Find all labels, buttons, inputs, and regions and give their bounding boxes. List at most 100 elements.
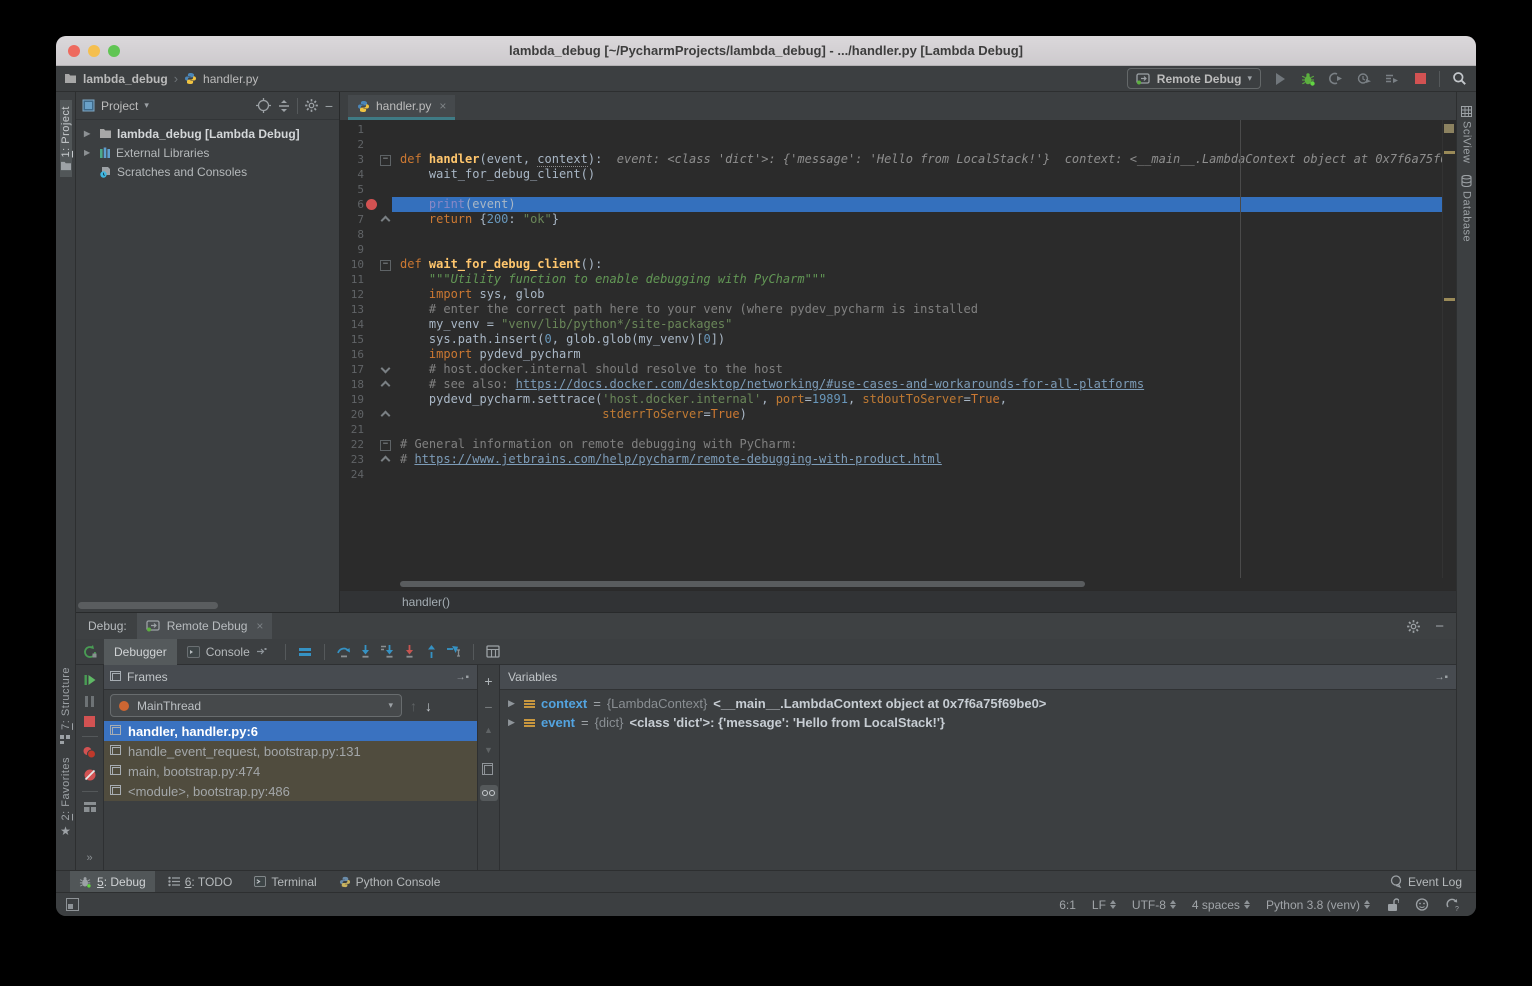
fold-marker[interactable] <box>379 407 391 422</box>
show-execution-point-button[interactable] <box>294 642 316 662</box>
mute-breakpoints-button[interactable] <box>83 768 97 782</box>
project-horizontal-scrollbar[interactable] <box>78 602 218 609</box>
fold-marker[interactable] <box>379 152 391 167</box>
gutter[interactable]: 6 <box>340 197 392 212</box>
add-watch-button[interactable]: + <box>484 673 492 689</box>
code-area[interactable]: 123def handler(event, context): event: <… <box>340 120 1456 578</box>
toolwindow-python-console-tab[interactable]: Python Console <box>330 871 450 893</box>
restore-layout-button[interactable] <box>83 801 97 813</box>
toolwindow-debug-tab[interactable]: 5: Debug <box>70 871 155 893</box>
run-button[interactable] <box>1271 70 1289 88</box>
code-line[interactable]: 8 <box>340 227 1456 242</box>
code-line[interactable]: 14 my_venv = "venv/lib/python*/site-pack… <box>340 317 1456 332</box>
stop-button[interactable] <box>84 716 95 727</box>
breadcrumb-file[interactable]: handler.py <box>203 72 258 86</box>
step-over-button[interactable] <box>333 642 355 662</box>
code-line[interactable]: 24 <box>340 467 1456 482</box>
locate-file-icon[interactable] <box>256 98 271 113</box>
run-to-cursor-button[interactable] <box>443 642 465 662</box>
expand-icon[interactable]: ▶ <box>508 717 518 728</box>
float-panel-icon[interactable]: →▪ <box>455 672 469 683</box>
profile-button[interactable] <box>1327 70 1345 88</box>
tab-console[interactable]: Console <box>177 639 277 665</box>
stack-frame[interactable]: main, bootstrap.py:474 <box>104 761 477 781</box>
code-line[interactable]: 2 <box>340 137 1456 152</box>
step-into-my-code-button[interactable] <box>377 642 399 662</box>
stripe-mark[interactable] <box>1444 151 1455 154</box>
code-line[interactable]: 3def handler(event, context): event: <cl… <box>340 152 1456 167</box>
force-step-into-button[interactable] <box>399 642 421 662</box>
toolwindow-switcher-icon[interactable] <box>66 898 79 911</box>
scrollbar-thumb[interactable] <box>400 581 1085 587</box>
code-line[interactable]: 7 return {200: "ok"} <box>340 212 1456 227</box>
more-actions-button[interactable]: » <box>86 852 92 864</box>
tree-item-project-root[interactable]: ▶ lambda_debug [Lambda Debug] <box>76 124 339 143</box>
code-line[interactable]: 11 """Utility function to enable debuggi… <box>340 272 1456 287</box>
step-into-button[interactable] <box>355 642 377 662</box>
update-available-icon[interactable]: ? <box>1445 898 1460 912</box>
tree-item-scratches[interactable]: Scratches and Consoles <box>76 162 339 181</box>
code-line[interactable]: 19 pydevd_pycharm.settrace('host.docker.… <box>340 392 1456 407</box>
breadcrumb-project[interactable]: lambda_debug <box>83 72 168 86</box>
code-line[interactable]: 10def wait_for_debug_client(): <box>340 257 1456 272</box>
pause-button[interactable] <box>85 696 94 707</box>
variable-row[interactable]: ▶context = {LambdaContext} <__main__.Lam… <box>500 694 1456 713</box>
gutter[interactable]: 15 <box>340 332 392 347</box>
fold-marker[interactable] <box>379 362 391 377</box>
stack-frame[interactable]: <module>, bootstrap.py:486 <box>104 781 477 801</box>
code-line[interactable]: 12 import sys, glob <box>340 287 1456 302</box>
editor-horizontal-scrollbar[interactable] <box>340 578 1456 590</box>
encoding-widget[interactable]: UTF-8 <box>1132 898 1176 912</box>
code-line[interactable]: 21 <box>340 422 1456 437</box>
gutter[interactable]: 12 <box>340 287 392 302</box>
hide-panel-button[interactable]: − <box>1435 618 1444 635</box>
gutter[interactable]: 20 <box>340 407 392 422</box>
project-panel-title[interactable]: Project <box>101 99 138 113</box>
view-breakpoints-button[interactable] <box>82 746 97 759</box>
step-out-button[interactable] <box>421 642 443 662</box>
gutter[interactable]: 8 <box>340 227 392 242</box>
toolwindow-structure-tab[interactable]: 7: Structure <box>60 661 72 751</box>
remove-watch-button[interactable]: − <box>484 699 492 715</box>
code-line[interactable]: 4 wait_for_debug_client() <box>340 167 1456 182</box>
toolwindow-todo-tab[interactable]: 6: TODO <box>159 871 242 893</box>
gutter[interactable]: 23 <box>340 452 392 467</box>
gear-icon[interactable] <box>1406 619 1421 634</box>
expand-icon[interactable]: ▶ <box>508 698 518 709</box>
code-line[interactable]: 15 sys.path.insert(0, glob.glob(my_venv)… <box>340 332 1456 347</box>
chevron-down-icon[interactable]: ▾ <box>144 100 149 111</box>
duplicate-watch-button[interactable] <box>484 765 493 775</box>
code-line[interactable]: 16 import pydevd_pycharm <box>340 347 1456 362</box>
indent-widget[interactable]: 4 spaces <box>1192 898 1250 912</box>
gutter[interactable]: 1 <box>340 122 392 137</box>
run-configuration-select[interactable]: Remote Debug ▾ <box>1127 68 1261 89</box>
show-watches-button[interactable] <box>480 785 498 801</box>
debug-button[interactable] <box>1299 70 1317 88</box>
previous-frame-button[interactable]: ↑ <box>410 698 417 714</box>
tree-item-external-libraries[interactable]: ▶ External Libraries <box>76 143 339 162</box>
gutter[interactable]: 11 <box>340 272 392 287</box>
toolwindow-project-tab[interactable]: 1: Project <box>60 100 72 177</box>
hide-panel-button[interactable]: − <box>325 98 333 114</box>
gutter[interactable]: 17 <box>340 362 392 377</box>
gutter[interactable]: 24 <box>340 467 392 482</box>
event-log-button[interactable]: Event Log <box>1390 875 1462 889</box>
fold-marker[interactable] <box>379 257 391 272</box>
toolwindow-database-tab[interactable]: Database <box>1461 169 1473 248</box>
code-line[interactable]: 9 <box>340 242 1456 257</box>
expand-icon[interactable]: ▶ <box>84 148 94 157</box>
run-dashboard-button[interactable] <box>1383 70 1401 88</box>
collapse-all-icon[interactable] <box>277 99 291 113</box>
code-line[interactable]: 6 print(event) <box>340 197 1456 212</box>
caret-position[interactable]: 6:1 <box>1059 898 1076 912</box>
code-line[interactable]: 20 stderrToServer=True) <box>340 407 1456 422</box>
gutter[interactable]: 21 <box>340 422 392 437</box>
gutter[interactable]: 4 <box>340 167 392 182</box>
fold-marker[interactable] <box>379 377 391 392</box>
resume-button[interactable] <box>83 673 97 687</box>
fold-marker[interactable] <box>379 452 391 467</box>
breakpoint-dot[interactable] <box>364 197 379 212</box>
gutter[interactable]: 9 <box>340 242 392 257</box>
rerun-button[interactable] <box>76 645 104 659</box>
gutter[interactable]: 7 <box>340 212 392 227</box>
